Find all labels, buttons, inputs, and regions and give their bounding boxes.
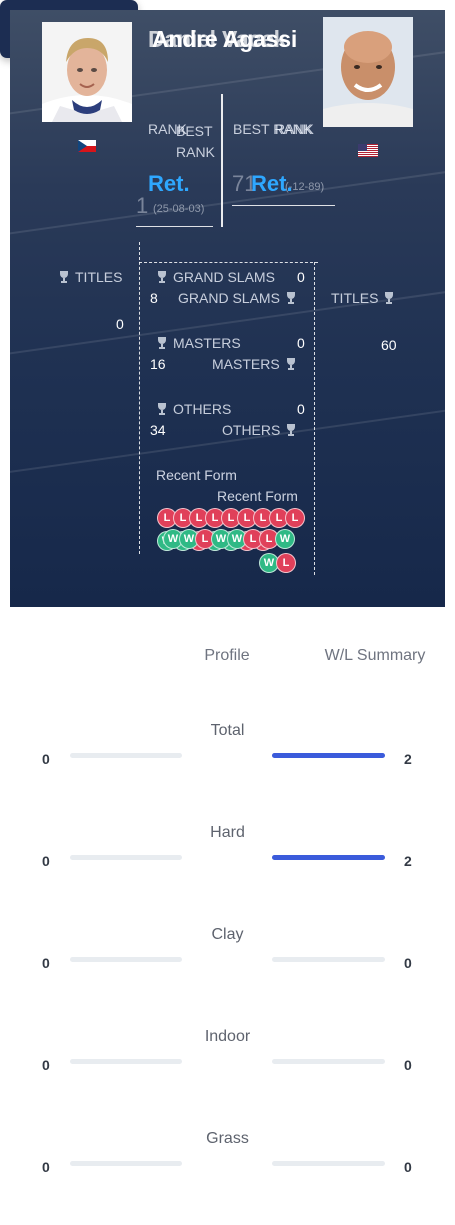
player2-masters-label: MASTERS bbox=[212, 356, 296, 372]
h2h-surface-label: Indoor bbox=[204, 1028, 251, 1045]
player2-form-result-9: L bbox=[276, 553, 296, 573]
h2h-surface-label: Clay bbox=[211, 926, 244, 943]
player1-grand-slams-label: GRAND SLAMS bbox=[157, 269, 275, 285]
player1-form-result-8: L bbox=[285, 508, 305, 528]
h2h-player2-bar bbox=[272, 1161, 385, 1166]
player2-grand-slams-label: GRAND SLAMS bbox=[178, 290, 296, 306]
h2h-player2-bar-fill bbox=[272, 753, 385, 758]
player2-rank-label: RANK bbox=[275, 121, 314, 137]
player2-grand-slams-value: 8 bbox=[150, 290, 158, 306]
player1-titles-label: TITLES bbox=[59, 269, 122, 285]
h2h-player2-wins: 0 bbox=[404, 955, 412, 971]
player1-masters-label: MASTERS bbox=[157, 335, 241, 351]
h2h-player2-wins: 0 bbox=[404, 1159, 412, 1175]
player1-rank-value: Ret. bbox=[148, 171, 190, 196]
h2h-player2-bar bbox=[272, 957, 385, 962]
player1-rank-underline bbox=[136, 226, 213, 227]
h2h-player2-bar bbox=[272, 855, 385, 860]
others-label-text: OTHERS bbox=[222, 422, 281, 438]
tab-wl-summary[interactable]: W/L Summary bbox=[310, 647, 440, 665]
stats-box-left-border bbox=[139, 242, 140, 554]
others-label-text: OTHERS bbox=[173, 401, 232, 417]
background-streak bbox=[10, 163, 445, 239]
player2-form-result-7: W bbox=[275, 529, 295, 549]
trophy-icon bbox=[158, 337, 166, 349]
player1-grand-slams-value: 0 bbox=[297, 269, 305, 285]
h2h-player2-wins: 2 bbox=[404, 853, 412, 869]
trophy-icon bbox=[158, 403, 166, 415]
player-comparison-header: Daniel Vacek Andre Agassi RANK BEST RANK… bbox=[10, 10, 445, 607]
trophy-icon bbox=[287, 424, 296, 436]
player2-titles-value: 60 bbox=[381, 337, 397, 353]
grand-slams-label-text: GRAND SLAMS bbox=[173, 269, 275, 285]
h2h-surface-label: Total bbox=[210, 722, 245, 739]
masters-label-text: MASTERS bbox=[173, 335, 241, 351]
h2h-player1-bar bbox=[70, 1161, 182, 1166]
player2-rank-underline bbox=[232, 205, 335, 206]
tab-profile[interactable]: Profile bbox=[187, 647, 267, 665]
player1-masters-value: 0 bbox=[297, 335, 305, 351]
player2-recent-form-label: Recent Form bbox=[217, 488, 298, 504]
h2h-surface-label: Hard bbox=[210, 824, 245, 841]
player1-others-label: OTHERS bbox=[157, 401, 231, 417]
h2h-surface-label: Grass bbox=[206, 1130, 249, 1147]
h2h-player2-bar bbox=[272, 1059, 385, 1064]
czech-flag bbox=[78, 139, 96, 157]
player2-name[interactable]: Andre Agassi bbox=[152, 26, 297, 53]
h2h-player2-wins: 0 bbox=[404, 1057, 412, 1073]
titles-label-text: TITLES bbox=[75, 269, 123, 285]
h2h-player1-wins: 0 bbox=[42, 955, 50, 971]
player1-recent-form-label: Recent Form bbox=[156, 467, 237, 483]
h2h-player1-wins: 0 bbox=[42, 751, 50, 767]
h2h-player1-bar bbox=[70, 753, 182, 758]
grand-slams-label-text: GRAND SLAMS bbox=[178, 290, 280, 306]
trophy-icon bbox=[158, 271, 166, 283]
stats-box-right-border bbox=[314, 262, 315, 575]
h2h-player2-wins: 2 bbox=[404, 751, 412, 767]
player1-best-rank-label: BEST RANK bbox=[176, 123, 215, 160]
rank-divider bbox=[221, 94, 223, 227]
h2h-player1-wins: 0 bbox=[42, 1057, 50, 1073]
masters-label-text: MASTERS bbox=[212, 356, 280, 372]
player2-others-label: OTHERS bbox=[222, 422, 296, 438]
player1-titles-value: 0 bbox=[116, 316, 124, 332]
h2h-player2-bar bbox=[272, 753, 385, 758]
player2-titles-label: TITLES bbox=[331, 290, 394, 306]
h2h-player1-bar bbox=[70, 1059, 182, 1064]
h2h-player1-bar bbox=[70, 957, 182, 962]
h2h-player2-bar-fill bbox=[272, 855, 385, 860]
trophy-icon bbox=[286, 358, 295, 370]
player1-best-rank-date: (25-08-03) bbox=[153, 203, 205, 215]
player1-best-rank-value: 1 bbox=[136, 193, 149, 218]
player1-others-value: 0 bbox=[297, 401, 305, 417]
us-flag bbox=[358, 144, 378, 162]
h2h-player1-wins: 0 bbox=[42, 1159, 50, 1175]
player2-photo[interactable] bbox=[323, 17, 413, 127]
player2-masters-value: 16 bbox=[150, 356, 166, 372]
stats-box-top-border bbox=[139, 262, 318, 263]
trophy-icon bbox=[286, 292, 295, 304]
h2h-player1-bar bbox=[70, 855, 182, 860]
trophy-icon bbox=[60, 271, 68, 283]
h2h-player1-wins: 0 bbox=[42, 853, 50, 869]
player2-rank-value: Ret. bbox=[251, 171, 293, 196]
trophy-icon bbox=[385, 292, 394, 304]
player2-others-value: 34 bbox=[150, 422, 166, 438]
titles-label-text: TITLES bbox=[331, 290, 379, 306]
player1-photo[interactable] bbox=[42, 22, 132, 122]
